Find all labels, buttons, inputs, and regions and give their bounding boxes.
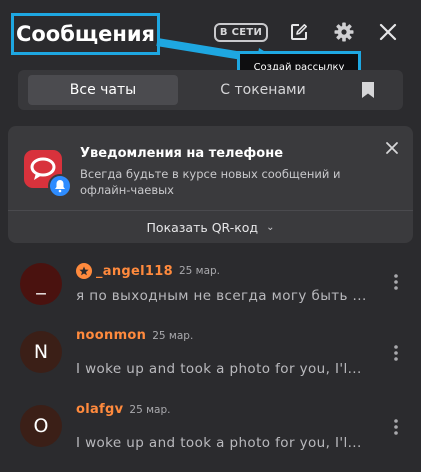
chat-date: 25 мар. [129,403,171,416]
chat-last-message: I woke up and took a photo for you, I'l.… [76,435,362,451]
kebab-menu-icon [394,345,398,361]
notification-text: Всегда будьте в курсе новых сообщений и … [80,167,341,197]
gear-icon [334,22,354,42]
chat-list-item[interactable]: _ _angel118 25 мар. я по выходным не все… [0,255,421,323]
chat-options-button[interactable] [389,343,403,363]
chat-username: noonmon [76,328,147,343]
tab-bookmarks[interactable] [354,75,382,105]
bookmark-icon [362,82,374,98]
chat-header: noonmon 25 мар. [76,328,193,343]
notification-title: Уведомления на телефоне [80,146,284,161]
avatar: O [20,405,62,447]
show-qr-code-button[interactable]: Показать QR-код ⌄ [8,211,413,243]
chat-list-item[interactable]: O olafgv 25 мар. I woke up and took a ph… [0,397,421,465]
tab-with-tokens[interactable]: С токенами [188,75,338,105]
close-icon [379,23,397,41]
chat-header: olafgv 25 мар. [76,402,170,417]
chat-options-button[interactable] [389,417,403,437]
close-icon [386,142,398,154]
chat-header: _angel118 25 мар. [76,263,220,279]
chat-username: _angel118 [96,263,173,279]
chat-date: 25 мар. [178,265,221,277]
chat-date: 25 мар. [152,329,194,342]
settings-button[interactable] [331,19,357,45]
chat-options-button[interactable] [389,272,403,292]
star-badge-icon [76,263,92,279]
title-highlight-box: Сообщения [11,13,160,55]
qr-button-label: Показать QR-код [146,219,259,235]
chat-list-item[interactable]: N noonmon 25 мар. I woke up and took a p… [0,323,421,391]
chevron-down-icon: ⌄ [266,221,275,233]
chat-username: olafgv [76,402,124,417]
page-title: Сообщения [15,22,156,46]
chat-filter-tabs: Все чаты С токенами [18,70,403,110]
phone-notification-icon [24,150,72,198]
phone-notifications-banner: Уведомления на телефоне Всегда будьте в … [8,126,413,243]
close-button[interactable] [375,19,401,45]
avatar: _ [20,263,62,305]
kebab-menu-icon [394,274,398,290]
notification-close-button[interactable] [384,140,400,156]
kebab-menu-icon [394,419,398,435]
tab-all-chats[interactable]: Все чаты [28,75,178,105]
avatar: N [20,331,62,373]
chat-last-message: I woke up and took a photo for you, I'l.… [76,361,362,377]
chat-last-message: я по выходным не всегда могу быть ... [76,288,367,304]
